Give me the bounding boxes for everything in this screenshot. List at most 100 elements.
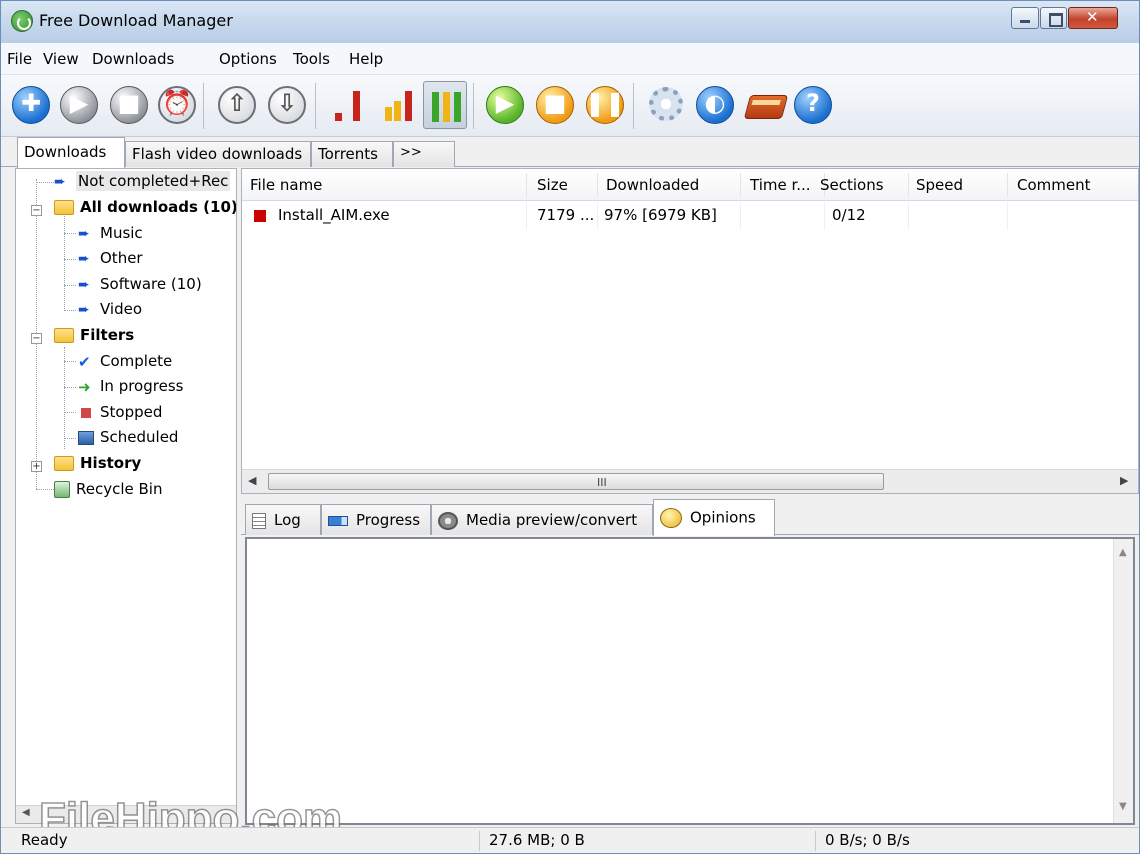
folder-icon: [54, 456, 74, 471]
column-comment[interactable]: Comment: [1017, 176, 1091, 194]
globe-icon: ◐: [704, 89, 726, 117]
maximize-button[interactable]: [1040, 7, 1067, 29]
tree-item-music[interactable]: ➨ Music: [78, 224, 143, 246]
tab-downloads[interactable]: Downloads: [17, 137, 125, 168]
collapse-filters-icon[interactable]: −: [31, 333, 42, 344]
tree-item-complete[interactable]: ✔ Complete: [78, 352, 172, 374]
close-button[interactable]: [1068, 7, 1118, 29]
status-state: Ready: [21, 831, 68, 849]
books-icon: [743, 95, 789, 119]
menu-bar: File View Downloads Options Tools Help: [1, 43, 1139, 75]
opinions-icon: [660, 508, 682, 528]
tree-item-filters[interactable]: Filters: [54, 326, 134, 348]
pause-all-button[interactable]: ❚❚: [583, 81, 627, 129]
tab-progress[interactable]: Progress: [321, 504, 431, 535]
recycle-bin-icon: [54, 481, 70, 498]
tree-item-all-downloads[interactable]: All downloads (10): [54, 198, 236, 220]
play-icon: ▶: [69, 89, 89, 117]
menu-file[interactable]: File: [7, 50, 32, 68]
title-bar: Free Download Manager: [1, 1, 1139, 43]
table-row[interactable]: Install_AIM.exe 7179 ... 97% [6979 KB] 0…: [242, 202, 1138, 230]
green-arrow-icon: ➜: [78, 377, 91, 396]
tree-item-video[interactable]: ➨ Video: [78, 300, 142, 322]
tab-more[interactable]: >>: [393, 141, 455, 167]
main-tabs: Downloads Flash video downloads Torrents…: [1, 137, 1139, 168]
toolbar: ✚ ▶ ■ ⏰ ⇧ ⇩ ▶ ■ ❚❚ ◐ ?: [1, 75, 1139, 137]
stop-button[interactable]: ■: [107, 81, 151, 129]
column-sections[interactable]: Sections: [820, 176, 884, 194]
help-button[interactable]: ?: [791, 81, 835, 129]
menu-options[interactable]: Options: [219, 50, 277, 68]
help-icon: ?: [806, 89, 820, 117]
settings-button[interactable]: [643, 81, 687, 129]
speed-high-button[interactable]: [423, 81, 467, 129]
cell-file-name: Install_AIM.exe: [278, 206, 390, 224]
move-up-button[interactable]: ⇧: [215, 81, 259, 129]
stop-all-button[interactable]: ■: [533, 81, 577, 129]
scroll-right-icon[interactable]: ▶: [1120, 474, 1128, 487]
tree-item-software[interactable]: ➨ Software (10): [78, 275, 202, 297]
tab-opinions[interactable]: Opinions: [653, 499, 775, 536]
cell-sections: 0/12: [832, 206, 866, 224]
checkmark-icon: ✔: [78, 352, 91, 371]
scroll-left-icon[interactable]: ◀: [248, 474, 256, 487]
cell-downloaded: 97% [6979 KB]: [604, 206, 717, 224]
column-file-name[interactable]: File name: [250, 176, 322, 194]
alarm-clock-icon: ⏰: [162, 89, 192, 117]
menu-downloads[interactable]: Downloads: [92, 50, 174, 68]
window-title: Free Download Manager: [39, 11, 233, 30]
schedule-button[interactable]: ⏰: [155, 81, 199, 129]
scrollbar-thumb[interactable]: III: [268, 473, 884, 490]
plus-icon: ✚: [20, 89, 42, 117]
detail-tabs: Log Progress Media preview/convert Opini…: [241, 499, 1139, 536]
download-arrow-icon: ➨: [78, 250, 90, 267]
library-button[interactable]: [743, 81, 789, 129]
status-speeds: 0 B/s; 0 B/s: [825, 831, 910, 849]
move-down-button[interactable]: ⇩: [265, 81, 309, 129]
tree-item-not-completed[interactable]: ➨ Not completed+Rec: [54, 171, 231, 194]
column-speed[interactable]: Speed: [916, 176, 963, 194]
add-download-button[interactable]: ✚: [9, 81, 53, 129]
tab-media-preview[interactable]: Media preview/convert: [431, 504, 653, 535]
folder-icon: [54, 200, 74, 215]
film-reel-icon: [438, 511, 458, 530]
download-arrow-icon: ➨: [78, 225, 90, 242]
column-time-remaining[interactable]: Time r...: [750, 176, 811, 194]
panel-vertical-scrollbar[interactable]: ▲ ▼: [1113, 539, 1133, 823]
stop-all-icon: ■: [543, 89, 567, 117]
start-all-button[interactable]: ▶: [483, 81, 527, 129]
download-arrow-icon: ➨: [54, 173, 66, 190]
scroll-left-icon[interactable]: ◀: [22, 807, 30, 818]
list-horizontal-scrollbar[interactable]: ◀ III ▶: [242, 469, 1138, 493]
tree-item-other[interactable]: ➨ Other: [78, 249, 143, 271]
opinions-panel[interactable]: ▲ ▼: [245, 537, 1135, 825]
scroll-down-icon[interactable]: ▼: [1119, 801, 1127, 812]
menu-tools[interactable]: Tools: [293, 50, 330, 68]
menu-view[interactable]: View: [43, 50, 79, 68]
tree-item-in-progress[interactable]: ➜ In progress: [78, 377, 183, 399]
tab-flash-video-downloads[interactable]: Flash video downloads: [125, 141, 311, 167]
status-bar: Ready 27.6 MB; 0 B 0 B/s; 0 B/s: [1, 827, 1139, 853]
tree-item-scheduled[interactable]: Scheduled: [78, 428, 178, 450]
speed-medium-button[interactable]: [375, 81, 419, 129]
speed-low-button[interactable]: [325, 81, 369, 129]
tree-item-recycle-bin[interactable]: Recycle Bin: [54, 480, 162, 502]
expand-history-icon[interactable]: +: [31, 461, 42, 472]
tree-item-history[interactable]: History: [54, 454, 141, 476]
stopped-status-icon: [254, 210, 266, 222]
menu-help[interactable]: Help: [349, 50, 383, 68]
gear-icon: [649, 87, 683, 121]
tree-item-stopped[interactable]: Stopped: [78, 403, 162, 425]
start-button[interactable]: ▶: [57, 81, 101, 129]
category-tree: ➨ Not completed+Rec − All downloads (10) …: [15, 168, 237, 824]
tab-torrents[interactable]: Torrents: [311, 141, 393, 167]
column-size[interactable]: Size: [537, 176, 568, 194]
scroll-up-icon[interactable]: ▲: [1119, 547, 1127, 558]
download-arrow-icon: ➨: [78, 301, 90, 318]
tab-log[interactable]: Log: [245, 504, 321, 535]
minimize-button[interactable]: [1011, 7, 1039, 29]
download-arrow-icon: ➨: [78, 276, 90, 293]
collapse-all-downloads-icon[interactable]: −: [31, 205, 42, 216]
site-explorer-button[interactable]: ◐: [693, 81, 737, 129]
column-downloaded[interactable]: Downloaded: [606, 176, 699, 194]
